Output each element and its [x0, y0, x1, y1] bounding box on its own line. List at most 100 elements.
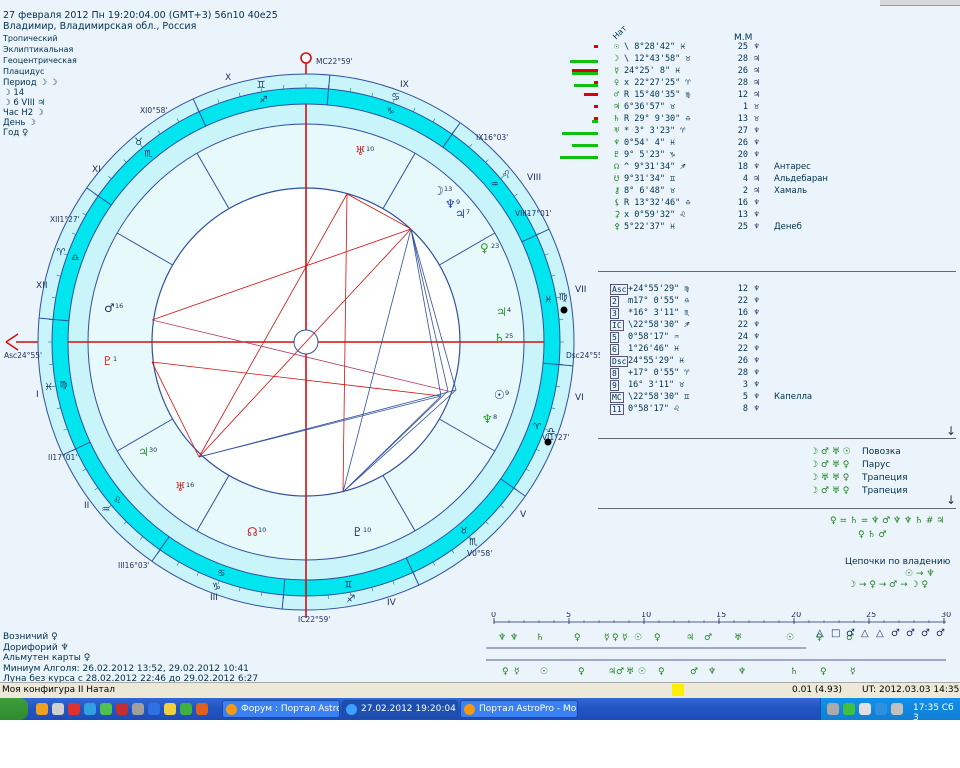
mm-value: 28	[737, 368, 748, 378]
axis-tick-label: 15	[716, 612, 726, 619]
config-name: Повозка	[862, 447, 901, 457]
quicklaunch-icon[interactable]	[132, 703, 144, 715]
ruler-icon: ♆	[754, 284, 760, 294]
zodiac-ruler-icon: ♓	[544, 296, 552, 306]
ruler-icon: ♆	[754, 368, 760, 378]
quicklaunch-icon[interactable]	[84, 703, 96, 715]
quicklaunch-icon[interactable]	[196, 703, 208, 715]
planet-glyph-icon: ♅	[614, 126, 620, 136]
system-tray: 17:35 Сб 3	[820, 698, 960, 723]
zodiac-ruler-icon: ♑	[387, 107, 395, 117]
start-button[interactable]	[0, 698, 28, 720]
mm-value: 20	[737, 150, 748, 160]
mm-value: 25	[737, 222, 748, 232]
fixed-star: Альдебаран	[774, 174, 828, 184]
fixed-star: Антарес	[774, 162, 811, 172]
planet-degree: 13	[444, 185, 452, 193]
cusp-row: MC \22°58'30" ♊ 5 ♆ Капелла	[598, 392, 958, 404]
cusp-position: 24°55'29" ♓	[628, 356, 685, 366]
zodiac-sign-icon: ♌	[502, 170, 511, 181]
scroll-down-icon[interactable]: ↓	[946, 424, 956, 438]
taskbar-item-chart[interactable]: 27.02.2012 19:20:04	[342, 700, 458, 718]
axis-planet-icon: ♅	[626, 667, 634, 677]
planet-degree: 4	[507, 306, 511, 314]
config-glyphs: ☽ ♂ ♅ ♀	[810, 460, 850, 470]
ruler-icon: ♆	[754, 210, 760, 220]
firefox-icon	[464, 704, 475, 715]
config-glyphs: ☽ ♂ ♅ ☉	[810, 447, 851, 457]
planet-glyph-icon: ♃	[138, 445, 149, 459]
window-controls[interactable]	[880, 0, 960, 6]
ruler-icon: ♉	[754, 114, 760, 124]
zodiac-ruler-icon: ♒	[491, 180, 499, 190]
quicklaunch-icon[interactable]	[116, 703, 128, 715]
aspect-icon: △	[861, 628, 869, 639]
planet-glyph-icon: ♀	[480, 241, 489, 255]
tray-icon[interactable]	[891, 703, 903, 715]
planet-row: ⚸ R 13°32'46" ♎ 16 ♆	[598, 198, 958, 210]
axis-planet-icon: ♆	[708, 667, 716, 677]
planet-glyph-icon: ♃	[496, 305, 507, 319]
tray-icon[interactable]	[827, 703, 839, 715]
ruler-icon: ♉	[754, 102, 760, 112]
axis-planet-icon: ♀	[820, 667, 827, 677]
cusp-label: Dsc24°55'	[566, 351, 600, 360]
cusp-id: 2	[610, 296, 619, 307]
natal-chart-wheel[interactable]: ♈♎♉♏♊♐ ♋♑♌♒♍♓♎♈♏♉♐♊♑♋♒♌♓ ♍IIIIII IVVVIVIIVI…	[0, 40, 600, 640]
planet-position: x 0°59'32" ♌	[624, 210, 686, 220]
planet-glyph-icon: ♅	[175, 480, 186, 494]
axis-planet-icon: ♆	[510, 633, 518, 643]
aspect-icon: △	[876, 628, 884, 639]
cusp-row: 5 0°58'17" ♒ 24 ♆	[598, 332, 958, 344]
strength-bar-green	[592, 120, 598, 123]
planet-glyph-icon: ♄	[614, 114, 620, 124]
status-bar: Моя конфигура II Натал 0.01 (4.93) UT: 2…	[0, 682, 960, 698]
quicklaunch-icon[interactable]	[180, 703, 192, 715]
planet-glyph-icon: ♄	[494, 331, 505, 345]
planet-degree: 10	[366, 145, 374, 153]
chart-location-line: Владимир, Владимирская обл., Россия	[3, 21, 197, 32]
ruler-icon: ♆	[754, 150, 760, 160]
status-left: Моя конфигура II Натал	[2, 685, 116, 695]
mm-value: 25	[737, 42, 748, 52]
taskbar-item-forum[interactable]: Форум : Портал Astro...	[222, 700, 340, 718]
planet-position: R 29° 9'30" ♎	[624, 114, 691, 124]
taskbar-item-portal[interactable]: Портал AstroPro - Mo...	[460, 700, 578, 718]
cusp-position: 0°58'17" ♌	[628, 404, 680, 414]
aspect-icon: ♂	[906, 628, 915, 639]
house-number: XI	[92, 165, 101, 175]
planet-degree: 25	[505, 332, 513, 340]
tray-icon[interactable]	[875, 703, 887, 715]
planet-row: ♆ 0°54' 4" ♓ 26 ♆	[598, 138, 958, 150]
quicklaunch-icon[interactable]	[68, 703, 80, 715]
planet-row: ☋ 9°31'34" ♊ 4 ♃ Альдебаран	[598, 174, 958, 186]
planet-position: 9°31'34" ♊	[624, 174, 676, 184]
mm-value: 3	[742, 380, 748, 390]
planet-degree: 8	[493, 413, 497, 421]
quicklaunch-icon[interactable]	[36, 703, 48, 715]
quicklaunch-icon[interactable]	[148, 703, 160, 715]
quicklaunch-icon[interactable]	[164, 703, 176, 715]
mm-value: 12	[737, 284, 748, 294]
strength-bar-green	[572, 72, 598, 75]
mm-value: 13	[737, 114, 748, 124]
quicklaunch-icon[interactable]	[52, 703, 64, 715]
house-number: III	[210, 593, 218, 603]
axis-planet-icon: ♆	[498, 633, 506, 643]
separator-3	[598, 508, 956, 509]
cusp-dot	[560, 306, 568, 314]
quicklaunch-icon[interactable]	[100, 703, 112, 715]
tray-icon[interactable]	[843, 703, 855, 715]
planet-glyph-icon: ⚳	[614, 210, 621, 220]
ruler-icon: ♆	[754, 42, 760, 52]
cusp-position: 1°26'46" ♓	[628, 344, 680, 354]
planet-row: ♃ 6°36'57" ♉ 1 ♉	[598, 102, 958, 114]
scroll-down-icon[interactable]: ↓	[946, 493, 956, 507]
planet-position: 5°22'37" ♓	[624, 222, 676, 232]
tray-icon[interactable]	[859, 703, 871, 715]
axis-planet-icon: ♂	[704, 633, 712, 643]
strength-bar-red	[594, 45, 598, 48]
lower-info-row: Дорифорий ♆	[3, 642, 69, 653]
house-number: VII	[575, 285, 586, 295]
blank-area	[0, 720, 960, 768]
